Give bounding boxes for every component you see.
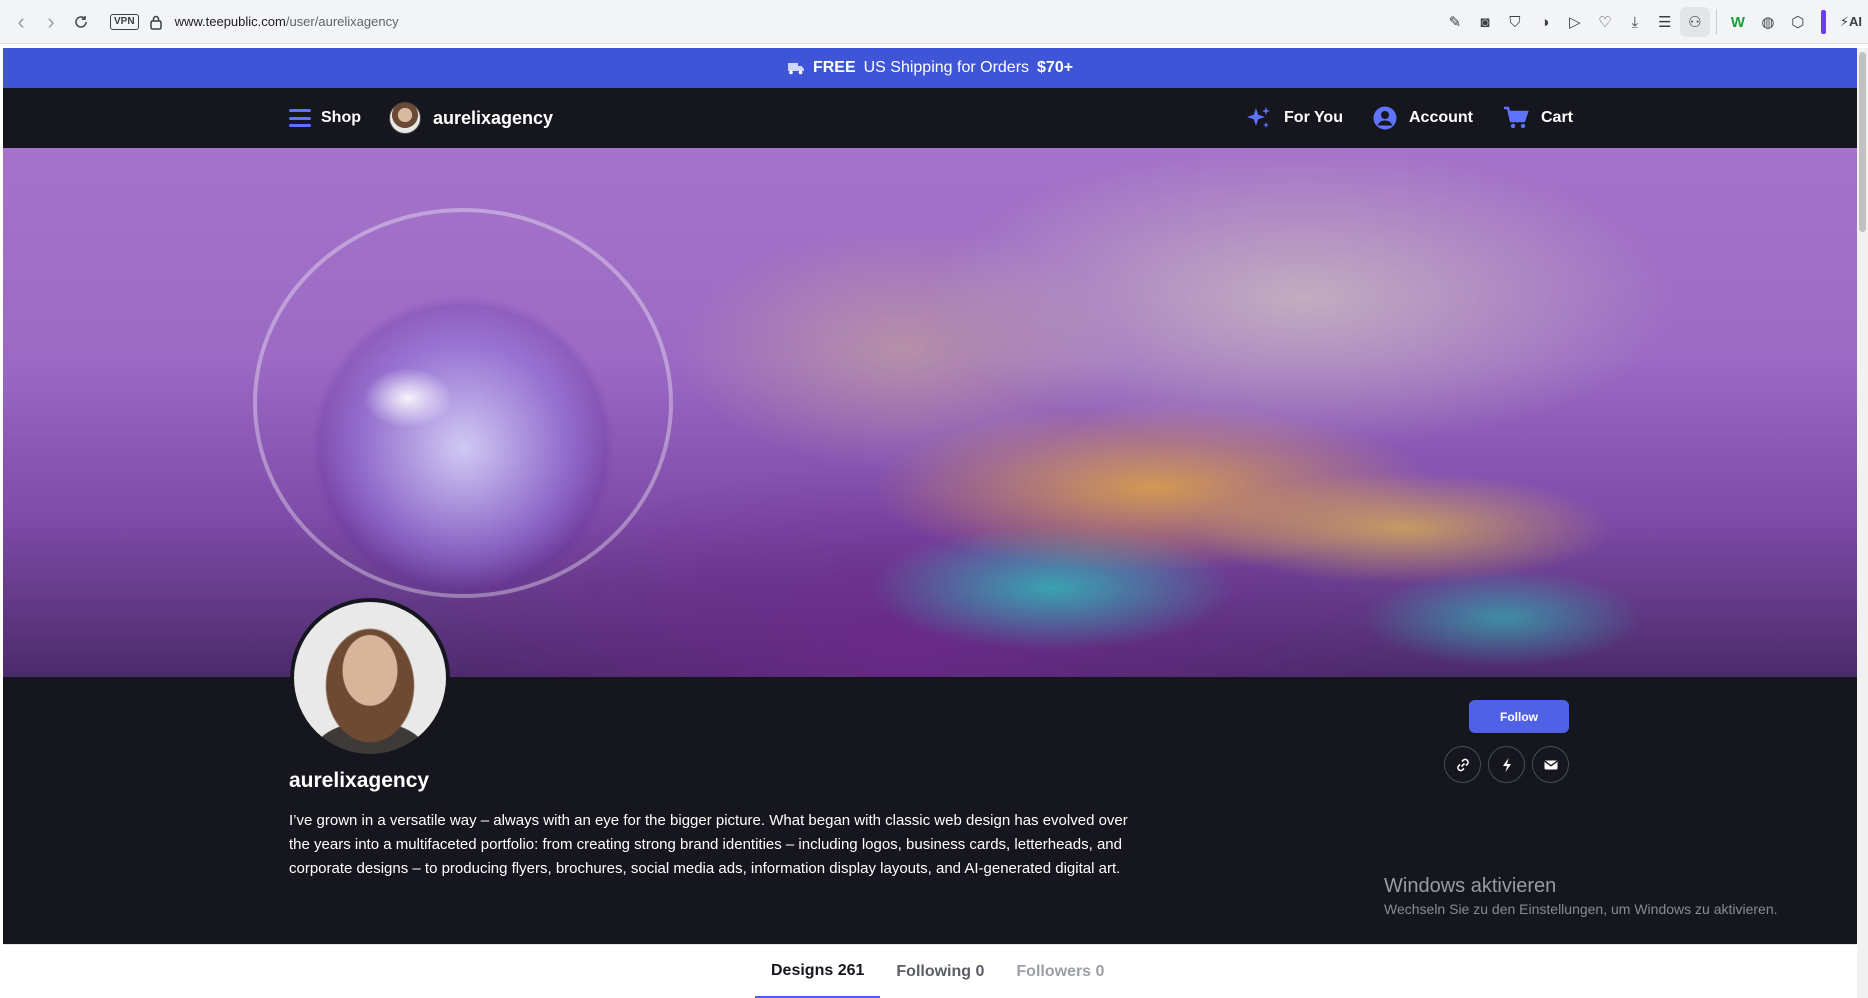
drop-highlight [363, 368, 453, 428]
lock-icon[interactable] [149, 14, 163, 30]
windows-activation-title: Windows aktivieren [1384, 875, 1557, 897]
account-link[interactable]: Account [1373, 106, 1473, 130]
sparkle-icon [1247, 107, 1271, 128]
address-bar[interactable]: www.teepublic.com/user/aurelixagency [175, 14, 399, 29]
reload-icon[interactable] [66, 7, 96, 37]
promo-amount: $70+ [1037, 59, 1074, 76]
globe-icon[interactable]: ◍ [1753, 7, 1783, 37]
cart-icon [1503, 106, 1529, 129]
heart-icon[interactable]: ♡ [1590, 7, 1620, 37]
truck-icon [787, 63, 804, 75]
profile-name: aurelixagency [289, 769, 430, 792]
windows-activation-subtitle: Wechseln Sie zu den Einstellungen, um Wi… [1384, 901, 1778, 917]
promo-bar[interactable]: FREE US Shipping for Orders $70+ [3, 48, 1857, 88]
camera-icon[interactable]: ◙ [1470, 7, 1500, 37]
page-scrollbar[interactable] [1857, 48, 1868, 998]
profile-avatar [290, 598, 450, 758]
promo-text: US Shipping for Orders [863, 59, 1030, 76]
share-social-button[interactable] [1488, 746, 1525, 783]
vpn-badge[interactable]: VPN [110, 13, 139, 30]
link-icon [1456, 758, 1469, 771]
store-name: aurelixagency [433, 107, 554, 128]
tab-designs[interactable]: Designs 261 [755, 945, 881, 998]
follow-button[interactable]: Follow [1469, 700, 1569, 733]
scrollbar-thumb[interactable] [1859, 52, 1866, 232]
user-icon [1373, 106, 1397, 130]
ai-button[interactable]: ⚡AI [1834, 14, 1868, 30]
bolt-icon [1502, 757, 1511, 772]
profile-tabs-bar: Designs 261 Following 0 Followers 0 [3, 944, 1857, 998]
url-host: www.teepublic.com [174, 14, 286, 29]
share-actions [1444, 746, 1569, 783]
for-you-link[interactable]: For You [1246, 105, 1343, 131]
hamburger-icon [289, 109, 311, 127]
shield-icon[interactable]: ⛉ [1500, 7, 1530, 37]
url-path: /user/aurelixagency [285, 14, 399, 29]
shop-label: Shop [321, 109, 361, 126]
forward-icon[interactable]: › [36, 7, 66, 37]
tab-following[interactable]: Following 0 [880, 945, 1000, 998]
cube-icon[interactable]: ⬡ [1783, 7, 1813, 37]
edit-icon[interactable]: ✎ [1440, 7, 1470, 37]
tab-followers[interactable]: Followers 0 [1000, 945, 1120, 998]
cart-link[interactable]: Cart [1503, 106, 1573, 130]
shop-menu-button[interactable]: Shop [289, 109, 361, 127]
store-avatar [389, 102, 421, 134]
sidebar-indicator [1820, 10, 1826, 34]
download-icon[interactable]: ⤓ [1620, 7, 1650, 37]
copy-link-button[interactable] [1444, 746, 1481, 783]
water-drop-shape [253, 208, 673, 598]
mail-icon [1543, 760, 1558, 769]
ai-label: AI [1849, 14, 1862, 29]
toolbar-divider [1715, 9, 1717, 35]
w-extension-icon[interactable]: W [1723, 7, 1753, 37]
back-icon[interactable]: ‹ [6, 7, 36, 37]
email-share-button[interactable] [1532, 746, 1569, 783]
profile-section: aurelixagency I’ve grown in a versatile … [3, 598, 1857, 944]
translate-icon[interactable]: ◑ [1530, 7, 1560, 37]
profile-icon[interactable]: ⚇ [1679, 7, 1710, 37]
store-link[interactable]: aurelixagency [389, 102, 553, 134]
play-icon[interactable]: ▷ [1560, 7, 1590, 37]
profile-bio: I’ve grown in a versatile way – always w… [289, 812, 1128, 877]
promo-bold: FREE [812, 59, 856, 76]
page-viewport: FREE US Shipping for Orders $70+ Shop au… [3, 48, 1857, 998]
for-you-label: For You [1284, 109, 1343, 126]
browser-toolbar: ‹ › VPN www.teepublic.com/user/aurelixag… [0, 0, 1868, 44]
account-label: Account [1408, 109, 1473, 126]
cart-label: Cart [1540, 109, 1573, 126]
site-header: Shop aurelixagency For You Account Cart [3, 88, 1857, 148]
profile-banner-image [3, 148, 1857, 677]
menu-list-icon[interactable]: ☰ [1650, 7, 1680, 37]
